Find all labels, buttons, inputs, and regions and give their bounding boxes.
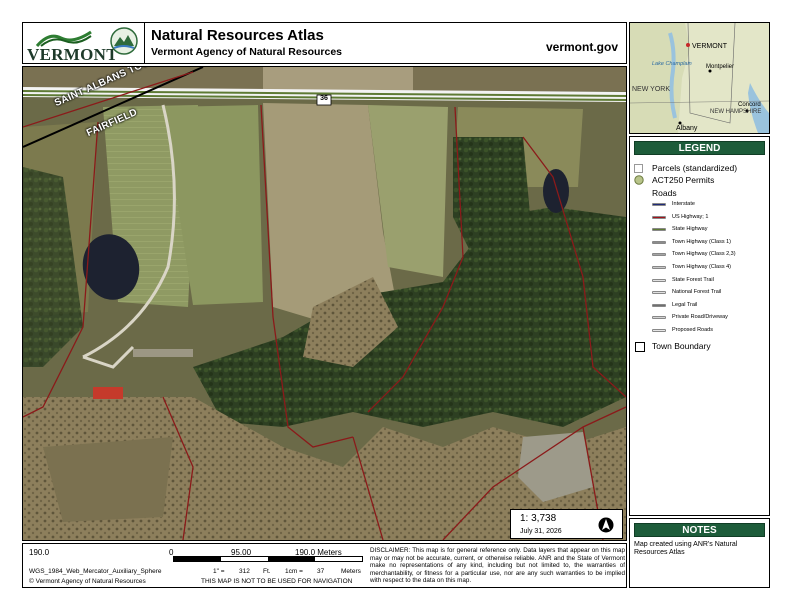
scalebar-left-label: 190.0 xyxy=(29,548,50,557)
scale-ratio: 1: 3,738 xyxy=(520,513,557,524)
road-legend-swatch xyxy=(652,203,666,206)
site-url-link[interactable]: vermont.gov xyxy=(546,40,618,54)
act250-permit-icon xyxy=(634,175,644,185)
north-arrow-icon xyxy=(598,517,614,533)
road-legend-label: Proposed Roads xyxy=(672,327,713,333)
page-title: Natural Resources Atlas xyxy=(151,27,324,44)
road-legend-label: Town Highway (Class 1) xyxy=(672,238,731,245)
header: VERMONT Natural Resources Atlas Vermont … xyxy=(22,22,627,64)
road-legend-swatch xyxy=(652,215,666,219)
legend-town-boundary: Town Boundary xyxy=(652,341,711,351)
road-legend-swatch xyxy=(652,266,666,269)
legend-roads: Roads xyxy=(652,188,677,198)
road-legend-label: State Forest Trail xyxy=(672,276,714,283)
scalebar-panel: 190.0 0 95.00 190.0 Meters WGS_1984_Web_… xyxy=(22,543,627,588)
road-legend-swatch xyxy=(652,316,666,320)
disclaimer-text: DISCLAIMER: This map is for general refe… xyxy=(370,547,625,584)
logo-area: VERMONT xyxy=(23,23,145,64)
building-roof xyxy=(93,387,123,399)
map-date: July 31, 2026 xyxy=(520,528,562,535)
notes-panel: NOTES Map created using ANR's Natural Re… xyxy=(629,518,770,588)
route-shield-label: 36 xyxy=(320,95,328,102)
road-legend-label: Legal Trail xyxy=(672,301,698,308)
locator-map-graphic: VERMONT Lake Champlain Montpelier NEW YO… xyxy=(630,23,769,133)
locator-label-albany: Albany xyxy=(676,125,698,132)
locator-label-vermont: VERMONT xyxy=(692,43,728,50)
legend-panel: LEGEND Parcels (standardized) ACT250 Per… xyxy=(629,136,770,516)
locator-label-new-hampshire: NEW HAMPSHIRE xyxy=(710,109,761,115)
road-legend-label: Private Road/Driveway xyxy=(672,314,728,321)
road-legend-label: Town Highway (Class 2,3) xyxy=(672,251,736,258)
map-view[interactable]: SAINT ALBANS TOWN FAIRFIELD 36 1: 3,738 … xyxy=(22,66,627,541)
cm-scale-value: 37 xyxy=(317,568,325,575)
locator-map: VERMONT Lake Champlain Montpelier NEW YO… xyxy=(629,22,770,134)
locator-label-new-york: NEW YORK xyxy=(632,86,670,93)
agency-subtitle: Vermont Agency of Natural Resources xyxy=(151,46,342,58)
map-scale-box: 1: 3,738 July 31, 2026 xyxy=(510,509,623,539)
road-legend-label: National Forest Trail xyxy=(672,289,722,296)
field-parcel xyxy=(43,437,173,522)
locator-label-concord: Concord xyxy=(738,102,761,108)
cm-scale-unit: Meters xyxy=(341,568,361,575)
road-legend-swatch xyxy=(652,240,666,244)
inch-scale-value: 312 xyxy=(239,568,250,575)
road-legend-swatch xyxy=(652,329,666,332)
notes-title: NOTES xyxy=(634,523,765,537)
vermont-logo-text: VERMONT xyxy=(27,45,118,64)
inch-scale-label: 1" = xyxy=(213,568,225,575)
town-boundary-swatch xyxy=(635,342,645,352)
road-legend-label: State Highway xyxy=(672,226,708,233)
locator-label-montpelier: Montpelier xyxy=(706,64,734,70)
inch-scale-unit: Ft. xyxy=(263,568,271,575)
road-legend-swatch xyxy=(652,291,666,295)
road-legend-label: US Highway; 1 xyxy=(672,213,709,220)
anr-seal-icon xyxy=(110,27,138,55)
road-legend-swatch xyxy=(652,228,666,232)
projection-label: WGS_1984_Web_Mercator_Auxiliary_Sphere xyxy=(29,568,162,575)
notes-text: Map created using ANR's Natural Resource… xyxy=(634,541,738,556)
legend-parcels: Parcels (standardized) xyxy=(652,163,738,173)
pond xyxy=(543,169,569,213)
road-legend-label: Town Highway (Class 4) xyxy=(672,264,731,270)
cm-scale-label: 1cm = xyxy=(285,568,303,575)
locator-label-lake-champlain: Lake Champlain xyxy=(652,61,692,67)
navigation-warning: THIS MAP IS NOT TO BE USED FOR NAVIGATIO… xyxy=(201,578,353,585)
copyright-label: © Vermont Agency of Natural Resources xyxy=(29,578,146,585)
legend-act250: ACT250 Permits xyxy=(652,175,715,185)
road-legend-swatch xyxy=(652,253,666,257)
parcels-swatch xyxy=(634,164,643,173)
road-legend-label: Interstate xyxy=(672,201,695,207)
legend-title: LEGEND xyxy=(634,141,765,155)
road-legend-swatch xyxy=(652,303,666,307)
aerial-map[interactable] xyxy=(23,67,626,540)
road-legend-swatch xyxy=(652,278,666,282)
scalebar-graphic xyxy=(173,556,363,562)
